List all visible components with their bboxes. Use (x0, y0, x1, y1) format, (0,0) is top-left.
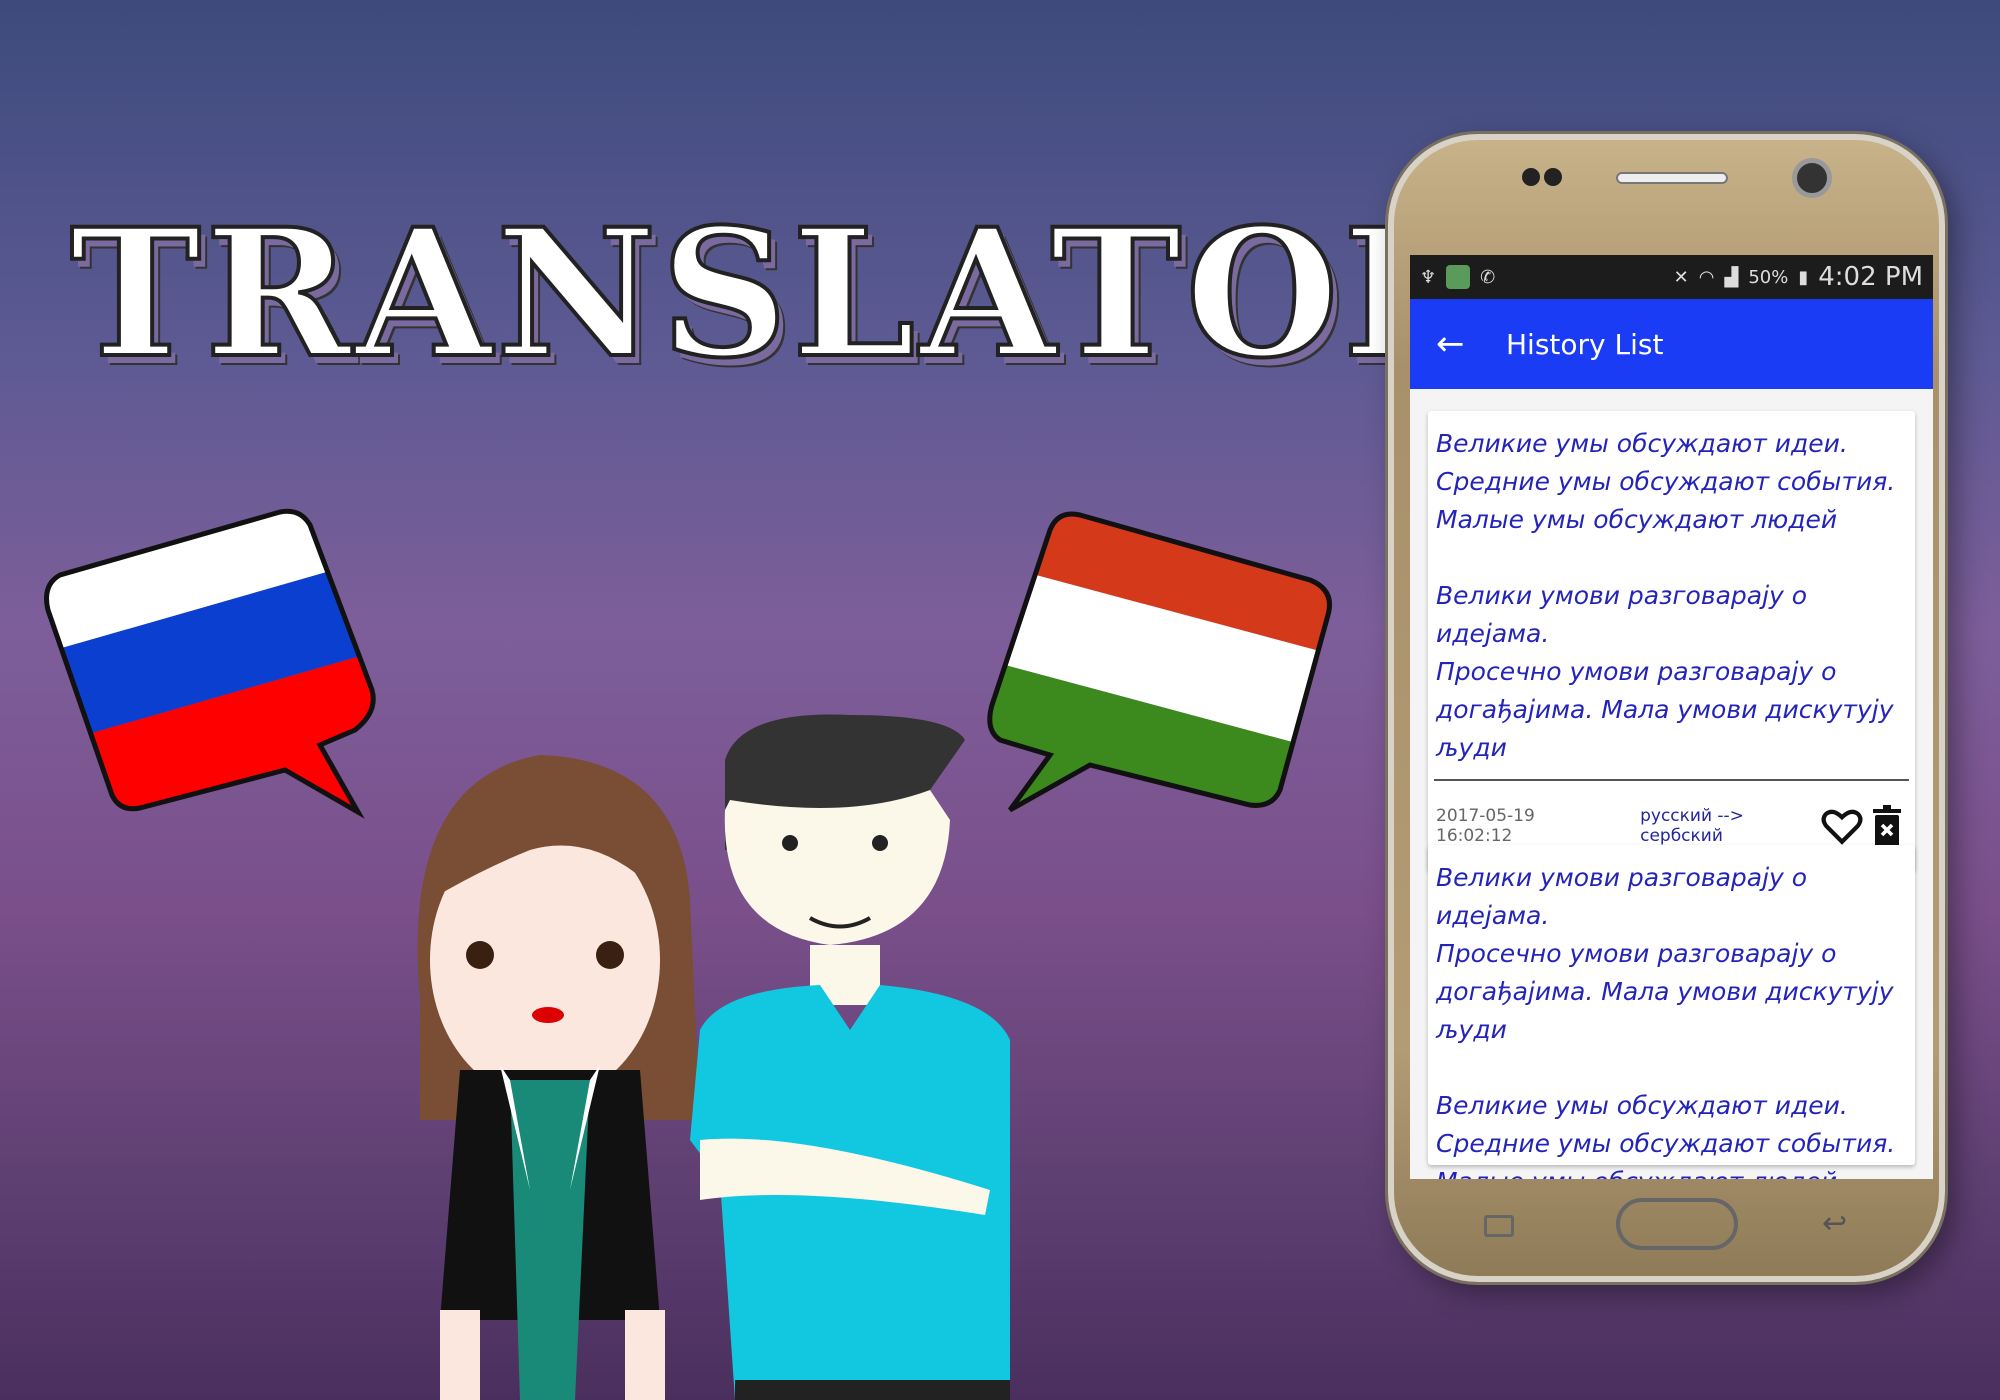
translated-text: Велики умови разговарају о идејама. Просе… (1436, 581, 1894, 762)
page-title: History List (1506, 327, 1664, 361)
recent-apps-button[interactable] (1484, 1215, 1514, 1237)
source-text: Великие умы обсуждают идеи. Средние умы о… (1436, 429, 1896, 534)
app-bar: ← History List (1410, 299, 1933, 389)
mute-icon: ✕ (1673, 266, 1689, 288)
phone-frame: ♆ ✆ ✕ ◠ ▟ 50% ▮ 4:02 PM ← History List В… (1388, 134, 1945, 1282)
sensor-icon (1544, 168, 1562, 186)
sensor-icon (1522, 168, 1540, 186)
language-pair: русский --> сербский (1640, 806, 1744, 846)
speaker-grille (1616, 172, 1728, 184)
hungarian-flag-bubble (987, 511, 1332, 813)
wifi-icon: ◠ (1698, 266, 1715, 288)
russian-flag-bubble (44, 508, 376, 819)
clock: 4:02 PM (1818, 262, 1923, 292)
man-character (690, 714, 1010, 1400)
timestamp: 2017-05-19 16:02:12 (1436, 806, 1535, 846)
phone-screen: ♆ ✆ ✕ ◠ ▟ 50% ▮ 4:02 PM ← History List В… (1410, 255, 1933, 1179)
battery-percent: 50% (1748, 266, 1789, 288)
signal-icon: ▟ (1724, 266, 1739, 288)
battery-charging-icon: ▮ (1798, 266, 1809, 288)
arrow-left-icon[interactable]: ← (1436, 324, 1506, 364)
heart-icon[interactable] (1821, 806, 1863, 846)
history-item[interactable]: Великие умы обсуждают идеи. Средние умы о… (1428, 411, 1915, 871)
front-camera-icon (1792, 158, 1832, 198)
app-notification-icon (1446, 265, 1471, 289)
translated-text: Великие умы обсуждают идеи. Средние умы о… (1436, 1091, 1896, 1179)
source-text: Велики умови разговарају о идејама. Просе… (1436, 863, 1894, 1044)
missed-call-icon: ✆ (1480, 266, 1496, 288)
home-button[interactable] (1616, 1198, 1738, 1250)
history-item[interactable]: Велики умови разговарају о идејама. Просе… (1428, 845, 1915, 1179)
usb-icon: ♆ (1420, 266, 1437, 288)
delete-icon[interactable] (1873, 805, 1901, 847)
status-bar: ♆ ✆ ✕ ◠ ▟ 50% ▮ 4:02 PM (1410, 255, 1933, 299)
woman-character (417, 755, 700, 1400)
back-nav-icon[interactable]: ↩ (1822, 1206, 1847, 1241)
